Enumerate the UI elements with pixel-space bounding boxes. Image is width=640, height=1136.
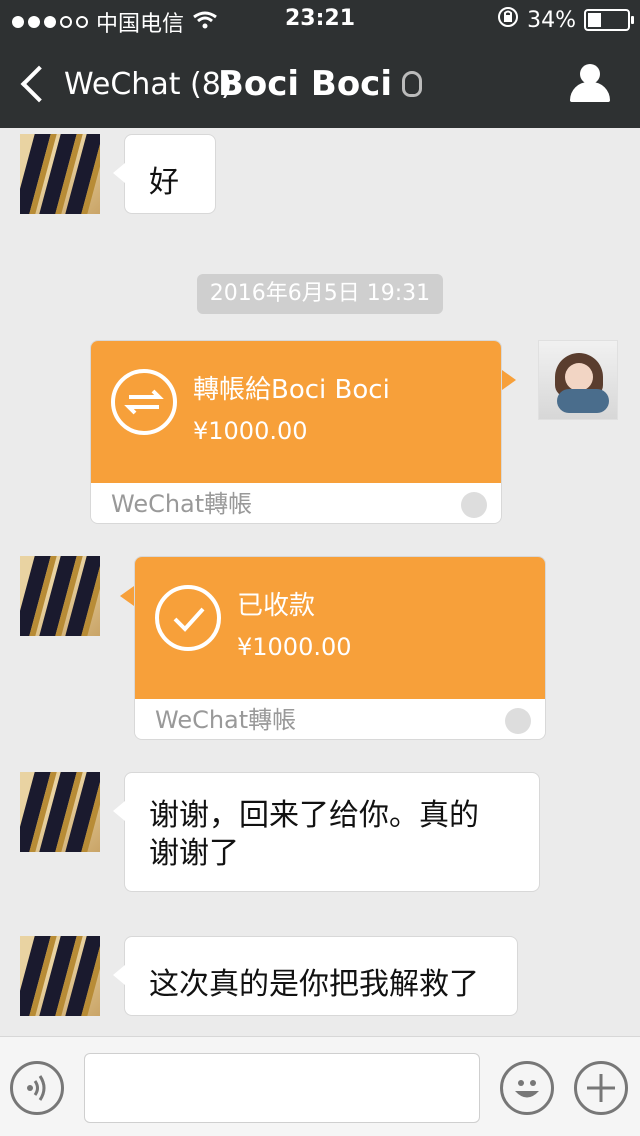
bubble-tail [120, 586, 134, 606]
message-text: 好 [149, 165, 179, 200]
battery-percent: 34% [527, 7, 576, 33]
contact-avatar[interactable] [20, 556, 100, 636]
emoji-icon [515, 1080, 539, 1098]
voice-icon [27, 1075, 46, 1101]
transfer-title: 轉帳給Boci Boci [193, 375, 390, 405]
message-text-line1: 谢谢，回来了给你。真的 [149, 798, 479, 833]
wechat-pay-icon [461, 492, 487, 518]
contact-avatar[interactable] [20, 936, 100, 1016]
check-icon [155, 585, 221, 651]
transfer-footer: WeChat轉帳 [111, 490, 253, 518]
transfer-card-sent[interactable]: 轉帳給Boci Boci ¥1000.00 WeChat轉帳 [90, 340, 502, 524]
voice-button[interactable] [10, 1061, 64, 1115]
profile-button[interactable] [570, 64, 610, 104]
transfer-icon [111, 369, 177, 435]
message-bubble[interactable]: 谢谢，回来了给你。真的 谢谢了 [113, 772, 540, 892]
transfer-card-received[interactable]: 已收款 ¥1000.00 WeChat轉帳 [134, 556, 546, 740]
transfer-title: 已收款 [237, 591, 316, 621]
contact-avatar[interactable] [20, 134, 100, 214]
message-text-line2: 谢谢了 [149, 836, 239, 871]
transfer-amount: ¥1000.00 [237, 633, 352, 661]
earpiece-mode-icon [402, 71, 422, 97]
battery-area: 34% [497, 6, 634, 34]
input-bar [0, 1036, 640, 1136]
transfer-footer: WeChat轉帳 [155, 706, 297, 734]
contact-avatar[interactable] [20, 772, 100, 852]
timestamp: 2016年6月5日 19:31 [197, 274, 443, 314]
more-button[interactable] [574, 1061, 628, 1115]
transfer-amount: ¥1000.00 [193, 417, 308, 445]
person-icon [580, 64, 600, 84]
message-text: 这次真的是你把我解救了 [149, 967, 479, 1002]
orientation-lock-icon [497, 6, 519, 34]
chat-title: Boci Boci [0, 64, 640, 104]
wechat-pay-icon [505, 708, 531, 734]
nav-bar: WeChat (8) Boci Boci [0, 40, 640, 128]
chat-title-text: Boci Boci [217, 64, 392, 104]
message-input[interactable] [84, 1053, 480, 1123]
bubble-tail [502, 370, 516, 390]
status-bar: 中国电信 23:21 34% [0, 0, 640, 40]
plus-icon [587, 1074, 615, 1102]
my-avatar[interactable] [538, 340, 618, 420]
emoji-button[interactable] [500, 1061, 554, 1115]
message-bubble[interactable]: 这次真的是你把我解救了 [113, 936, 518, 1016]
message-bubble[interactable]: 好 [113, 134, 216, 214]
battery-icon [584, 9, 634, 31]
